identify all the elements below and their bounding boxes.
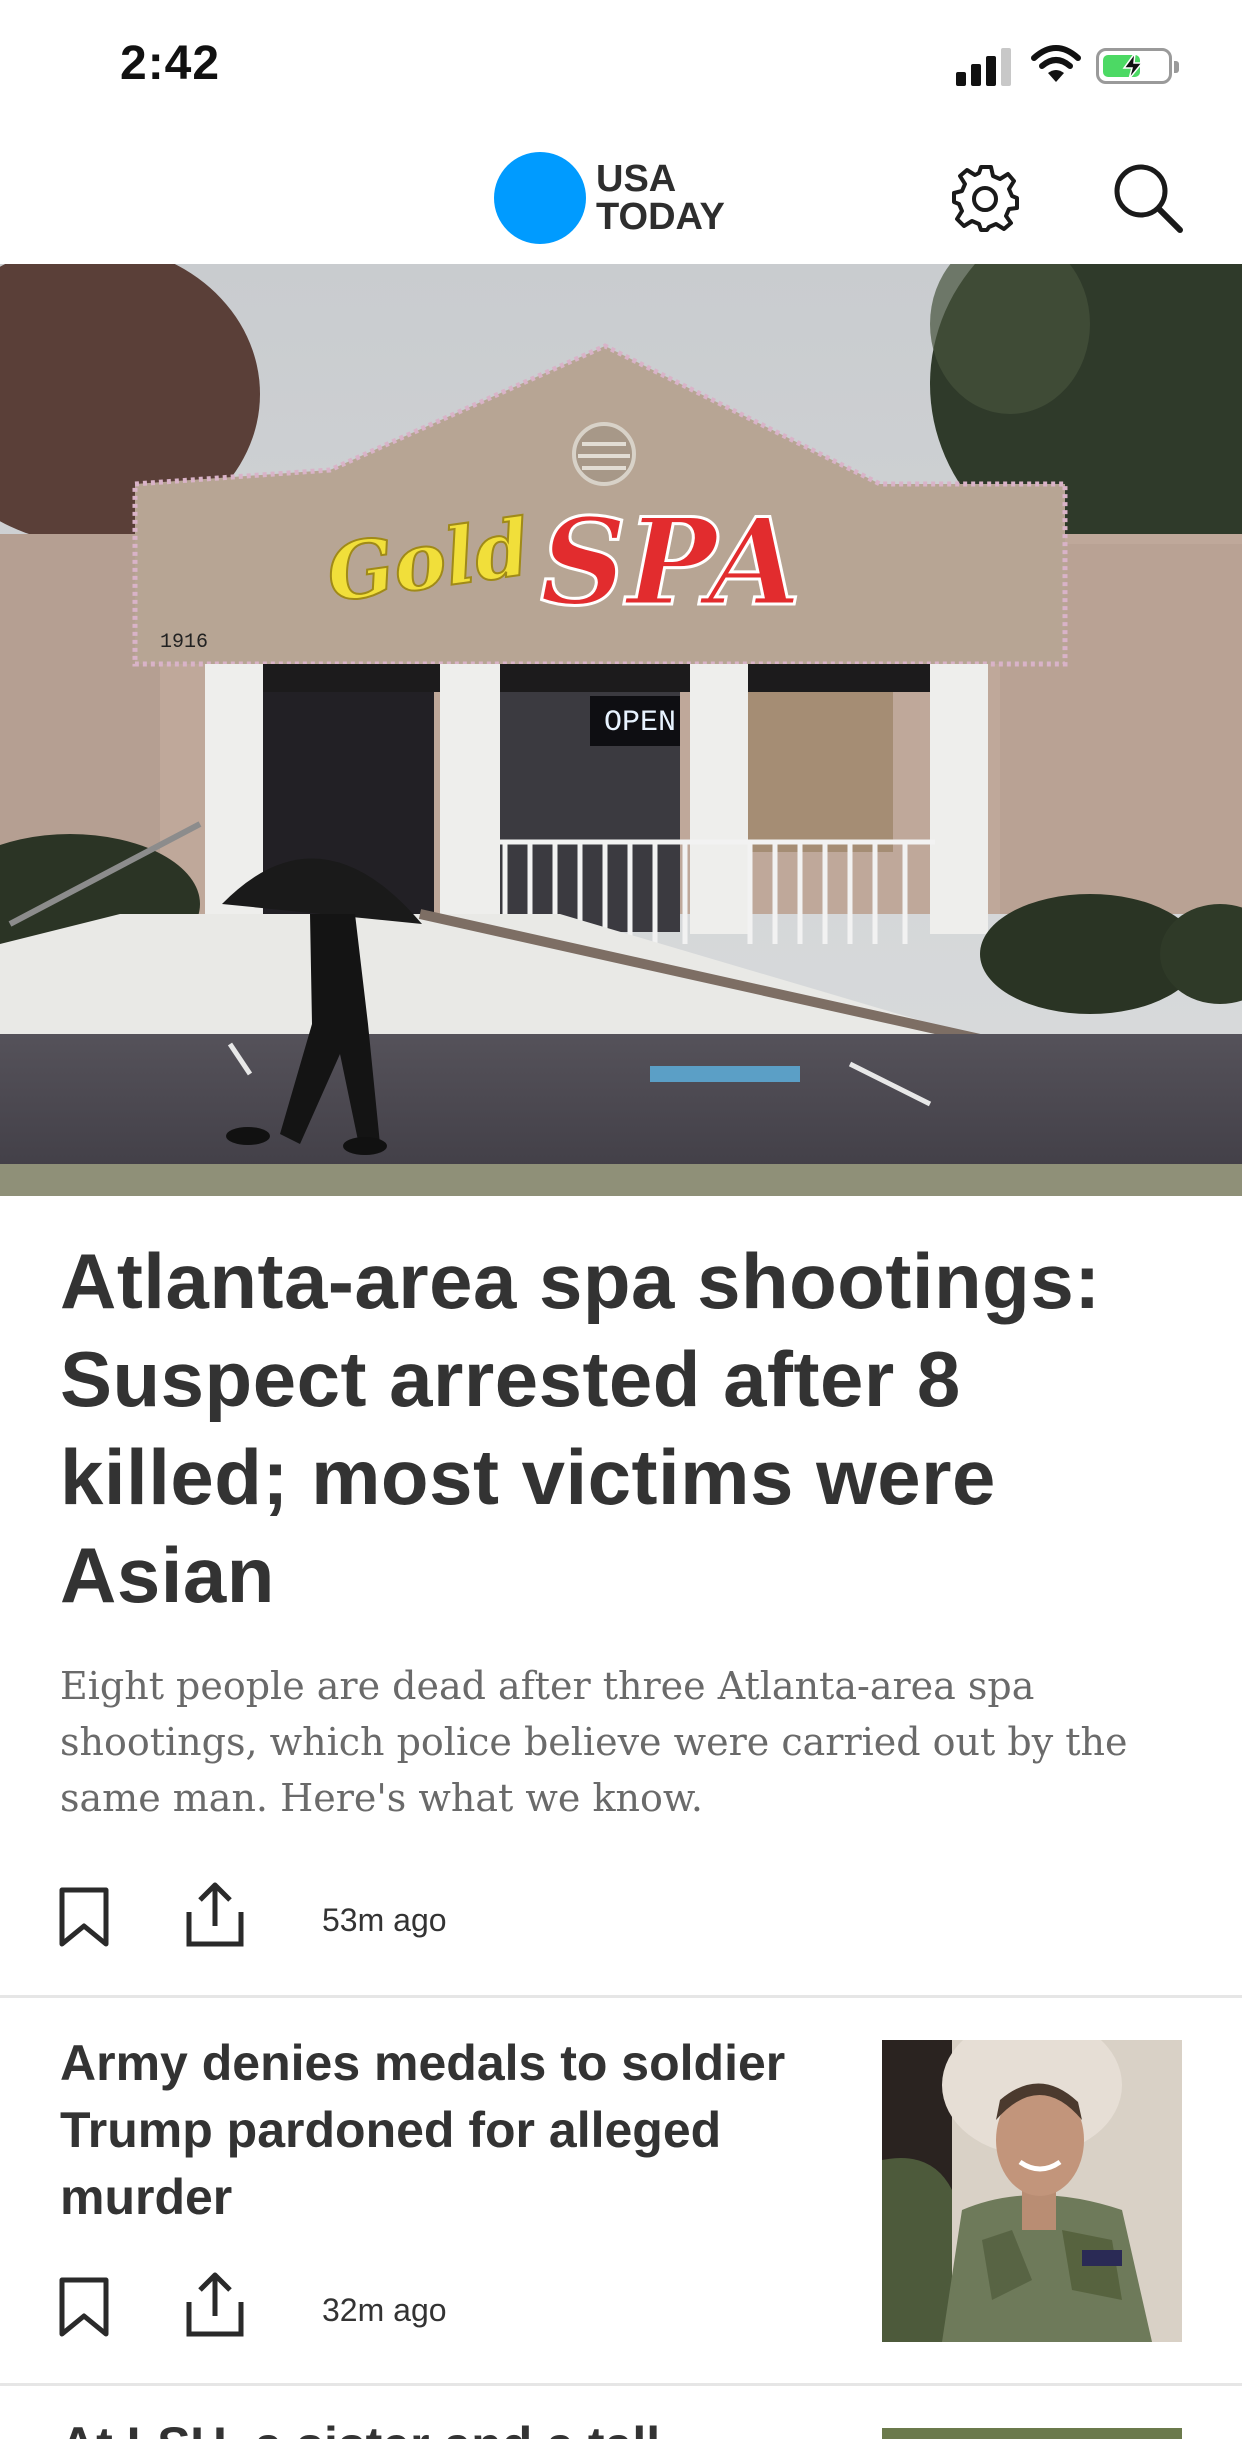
bookmark-icon[interactable]: [58, 1886, 110, 1948]
hero-headline[interactable]: Atlanta-area spa shootings: Suspect arre…: [60, 1232, 1190, 1624]
share-icon[interactable]: [184, 2270, 246, 2340]
story-thumbnail[interactable]: [882, 2428, 1182, 2439]
hero-summary[interactable]: Eight people are dead after three Atlant…: [60, 1658, 1190, 1826]
logo-line-usa: USA: [596, 158, 677, 200]
search-icon[interactable]: [1110, 160, 1186, 236]
hero-photo[interactable]: Gold SPA 1916 OPEN: [0, 264, 1242, 1196]
photo-sign-address: 1916: [160, 631, 208, 654]
gear-icon[interactable]: [950, 164, 1020, 234]
logo-circle: [494, 152, 586, 244]
story-headline[interactable]: At LSU, a sister and a tall: [60, 2412, 860, 2439]
share-icon[interactable]: [184, 1880, 246, 1950]
battery-icon: [1096, 48, 1179, 84]
divider: [0, 2383, 1242, 2386]
story-headline[interactable]: Army denies medals to soldier Trump pard…: [60, 2030, 860, 2231]
bookmark-icon[interactable]: [58, 2276, 110, 2338]
photo-sign-spa: SPA: [540, 492, 801, 633]
cellular-signal-icon: [956, 46, 1012, 86]
wifi-icon: [1031, 45, 1081, 82]
photo-open-sign: OPEN: [604, 706, 676, 740]
hero-timestamp: 53m ago: [322, 1902, 447, 1938]
usa-today-logo[interactable]: USA TODAY: [494, 152, 725, 244]
story-timestamp: 32m ago: [322, 2292, 447, 2328]
divider: [0, 1995, 1242, 1998]
story-thumbnail[interactable]: [882, 2040, 1182, 2342]
app-header: USA TODAY: [0, 130, 1242, 266]
logo-wordmark: USA TODAY: [596, 160, 725, 236]
status-time: 2:42: [120, 37, 221, 90]
status-bar: 2:42: [0, 0, 1242, 130]
logo-line-today: TODAY: [596, 196, 725, 238]
